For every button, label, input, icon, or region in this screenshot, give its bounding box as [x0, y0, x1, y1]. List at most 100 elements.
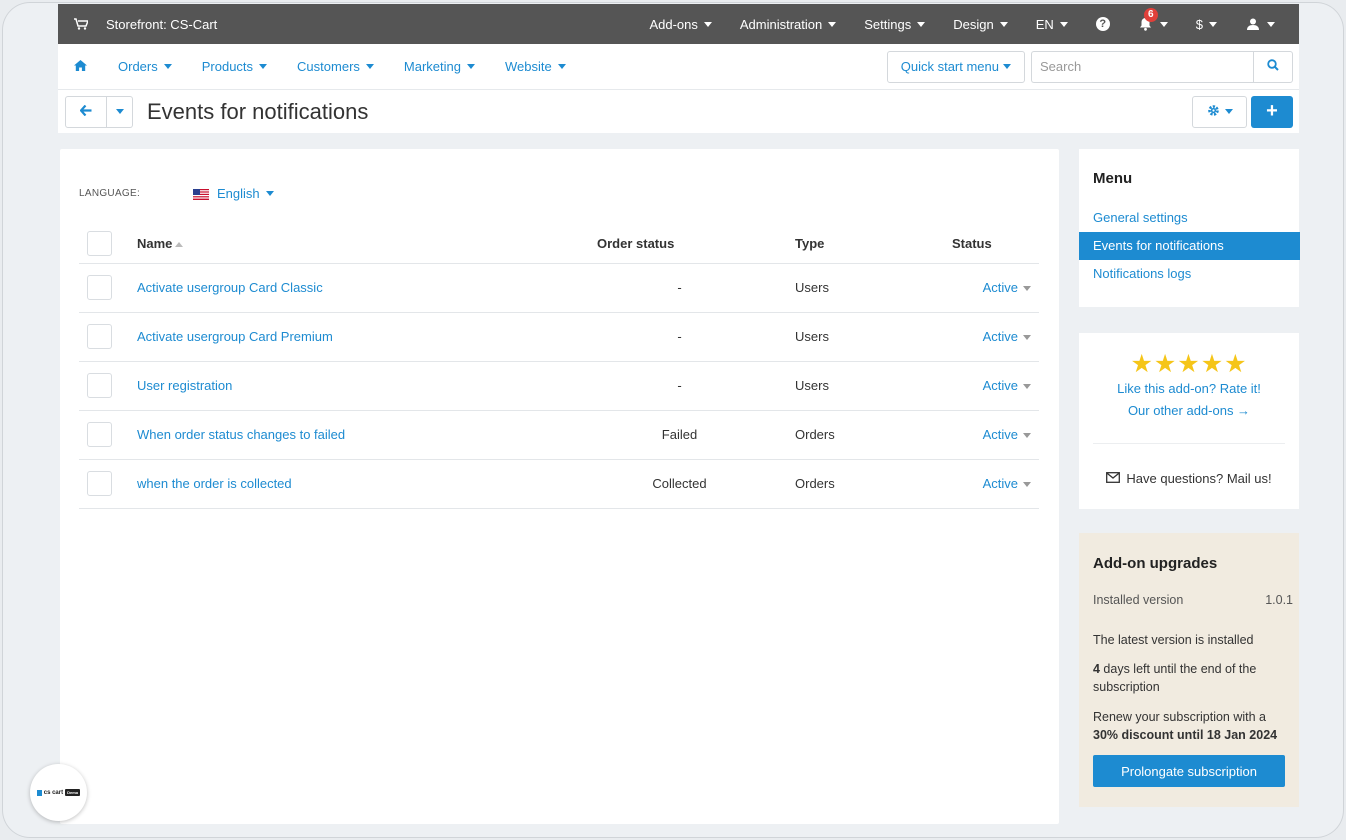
settings-dropdown-button[interactable] — [1192, 95, 1247, 128]
event-name-link[interactable]: Activate usergroup Card Premium — [137, 329, 333, 344]
renew-discount: 30% discount until 18 Jan 2024 — [1093, 728, 1278, 742]
row-checkbox[interactable] — [87, 275, 112, 300]
status-dropdown[interactable]: Active — [983, 427, 1031, 442]
language-label: LANGUAGE: — [79, 188, 141, 199]
row-checkbox[interactable] — [87, 471, 112, 496]
event-name-cell: Activate usergroup Card Premium — [137, 312, 597, 362]
order-status-header-label: Order status — [597, 236, 675, 252]
cs-cart-logo-button[interactable]: cs cart Demo — [30, 764, 87, 821]
type-header-label: Type — [795, 236, 825, 252]
chevron-down-icon — [1023, 335, 1031, 341]
language-selector-row: LANGUAGE: English — [79, 186, 274, 201]
language-dropdown[interactable]: English — [193, 186, 274, 201]
type-cell: Users — [762, 312, 952, 362]
back-button-group — [65, 95, 133, 128]
sidebar-item-events-for-notifications[interactable]: Events for notifications — [1079, 232, 1300, 260]
mail-us-link[interactable]: Have questions? Mail us! — [1079, 471, 1299, 486]
page-title: Events for notifications — [147, 98, 369, 124]
arrow-left-icon — [79, 104, 92, 119]
row-checkbox-cell — [79, 263, 137, 313]
nav-marketing-label: Marketing — [403, 59, 461, 74]
nav-marketing[interactable]: Marketing — [389, 59, 490, 74]
menu-design[interactable]: Design — [939, 4, 1021, 44]
event-name-cell: when the order is collected — [137, 459, 597, 509]
status-dropdown[interactable]: Active — [983, 378, 1031, 393]
quick-start-menu-button[interactable]: Quick start menu — [886, 50, 1025, 83]
status-cell: Active — [952, 263, 1039, 313]
storefront-selector[interactable]: Storefront: CS-Cart — [58, 17, 217, 32]
logo-mark-icon — [36, 789, 42, 796]
envelope-icon — [1106, 471, 1126, 486]
divider — [1093, 443, 1285, 444]
menu-administration-label: Administration — [739, 16, 823, 32]
table-row: when the order is collected Collected Or… — [79, 459, 1039, 509]
status-cell: Active — [952, 410, 1039, 460]
rating-stars[interactable]: ★★★★★ — [1079, 349, 1299, 379]
prolongate-subscription-button[interactable]: Prolongate subscription — [1093, 755, 1285, 787]
nav-website[interactable]: Website — [490, 59, 581, 74]
mail-us-label: Have questions? Mail us! — [1126, 471, 1272, 486]
status-dropdown[interactable]: Active — [983, 329, 1031, 344]
nav-orders[interactable]: Orders — [103, 59, 187, 74]
nav-website-label: Website — [504, 59, 552, 74]
main-nav: Orders Products Customers Marketing Webs… — [58, 44, 1299, 90]
event-name-cell: Activate usergroup Card Classic — [137, 263, 597, 313]
name-header-label: Name — [137, 236, 173, 252]
nav-products[interactable]: Products — [187, 59, 282, 74]
chevron-down-icon — [365, 64, 374, 69]
notifications-button[interactable]: 6 — [1124, 4, 1182, 44]
bell-icon: 6 — [1138, 8, 1158, 32]
menu-addons[interactable]: Add-ons — [635, 4, 725, 44]
name-column-header[interactable]: Name — [137, 225, 597, 264]
back-history-dropdown[interactable] — [107, 95, 133, 128]
status-dropdown[interactable]: Active — [983, 476, 1031, 491]
other-addons-link[interactable]: Our other add-ons → — [1079, 403, 1299, 418]
event-name-link[interactable]: Activate usergroup Card Classic — [137, 280, 323, 295]
nav-customers[interactable]: Customers — [282, 59, 389, 74]
chevron-down-icon — [999, 21, 1008, 27]
language-menu[interactable]: EN — [1022, 4, 1082, 44]
currency-label: $ — [1195, 16, 1203, 32]
order-status-cell: - — [597, 361, 762, 411]
chevron-down-icon — [1003, 64, 1011, 69]
select-all-checkbox[interactable] — [87, 231, 112, 257]
type-cell: Users — [762, 361, 952, 411]
home-button[interactable] — [58, 59, 103, 74]
cs-cart-logo: cs cart Demo — [36, 789, 81, 796]
event-name-link[interactable]: when the order is collected — [137, 476, 292, 491]
nav-customers-label: Customers — [297, 59, 360, 74]
sidebar-menu-title: Menu — [1093, 170, 1133, 187]
sidebar-menu: Menu General settings Events for notific… — [1079, 149, 1300, 307]
chevron-down-icon — [259, 64, 268, 69]
quick-start-label: Quick start menu — [900, 59, 999, 74]
menu-design-label: Design — [953, 16, 994, 32]
search-input[interactable] — [1031, 50, 1253, 83]
rate-addon-link[interactable]: Like this add-on? Rate it! — [1079, 381, 1299, 396]
event-name-link[interactable]: User registration — [137, 378, 232, 393]
us-flag-icon — [193, 188, 209, 200]
status-cell: Active — [952, 459, 1039, 509]
order-status-cell: Collected — [597, 459, 762, 509]
status-dropdown[interactable]: Active — [983, 280, 1031, 295]
logo-brand: cs cart — [43, 789, 64, 796]
search-button[interactable] — [1253, 50, 1293, 83]
row-checkbox[interactable] — [87, 324, 112, 349]
currency-menu[interactable]: $ — [1182, 4, 1231, 44]
row-checkbox[interactable] — [87, 373, 112, 398]
sidebar-item-notifications-logs[interactable]: Notifications logs — [1079, 260, 1300, 288]
sidebar-item-general-settings[interactable]: General settings — [1079, 204, 1300, 232]
add-button[interactable]: + — [1251, 95, 1293, 128]
user-menu[interactable] — [1231, 4, 1299, 44]
type-cell: Users — [762, 263, 952, 313]
help-button[interactable]: ? — [1082, 4, 1124, 44]
menu-administration[interactable]: Administration — [726, 4, 850, 44]
chevron-down-icon — [1023, 384, 1031, 390]
back-button[interactable] — [65, 95, 107, 128]
event-name-link[interactable]: When order status changes to failed — [137, 427, 345, 442]
days-left-number: 4 — [1093, 662, 1100, 676]
nav-orders-label: Orders — [118, 59, 158, 74]
menu-addons-label: Add-ons — [649, 16, 698, 32]
row-checkbox[interactable] — [87, 422, 112, 447]
chevron-down-icon — [1209, 21, 1217, 27]
menu-settings[interactable]: Settings — [850, 4, 939, 44]
